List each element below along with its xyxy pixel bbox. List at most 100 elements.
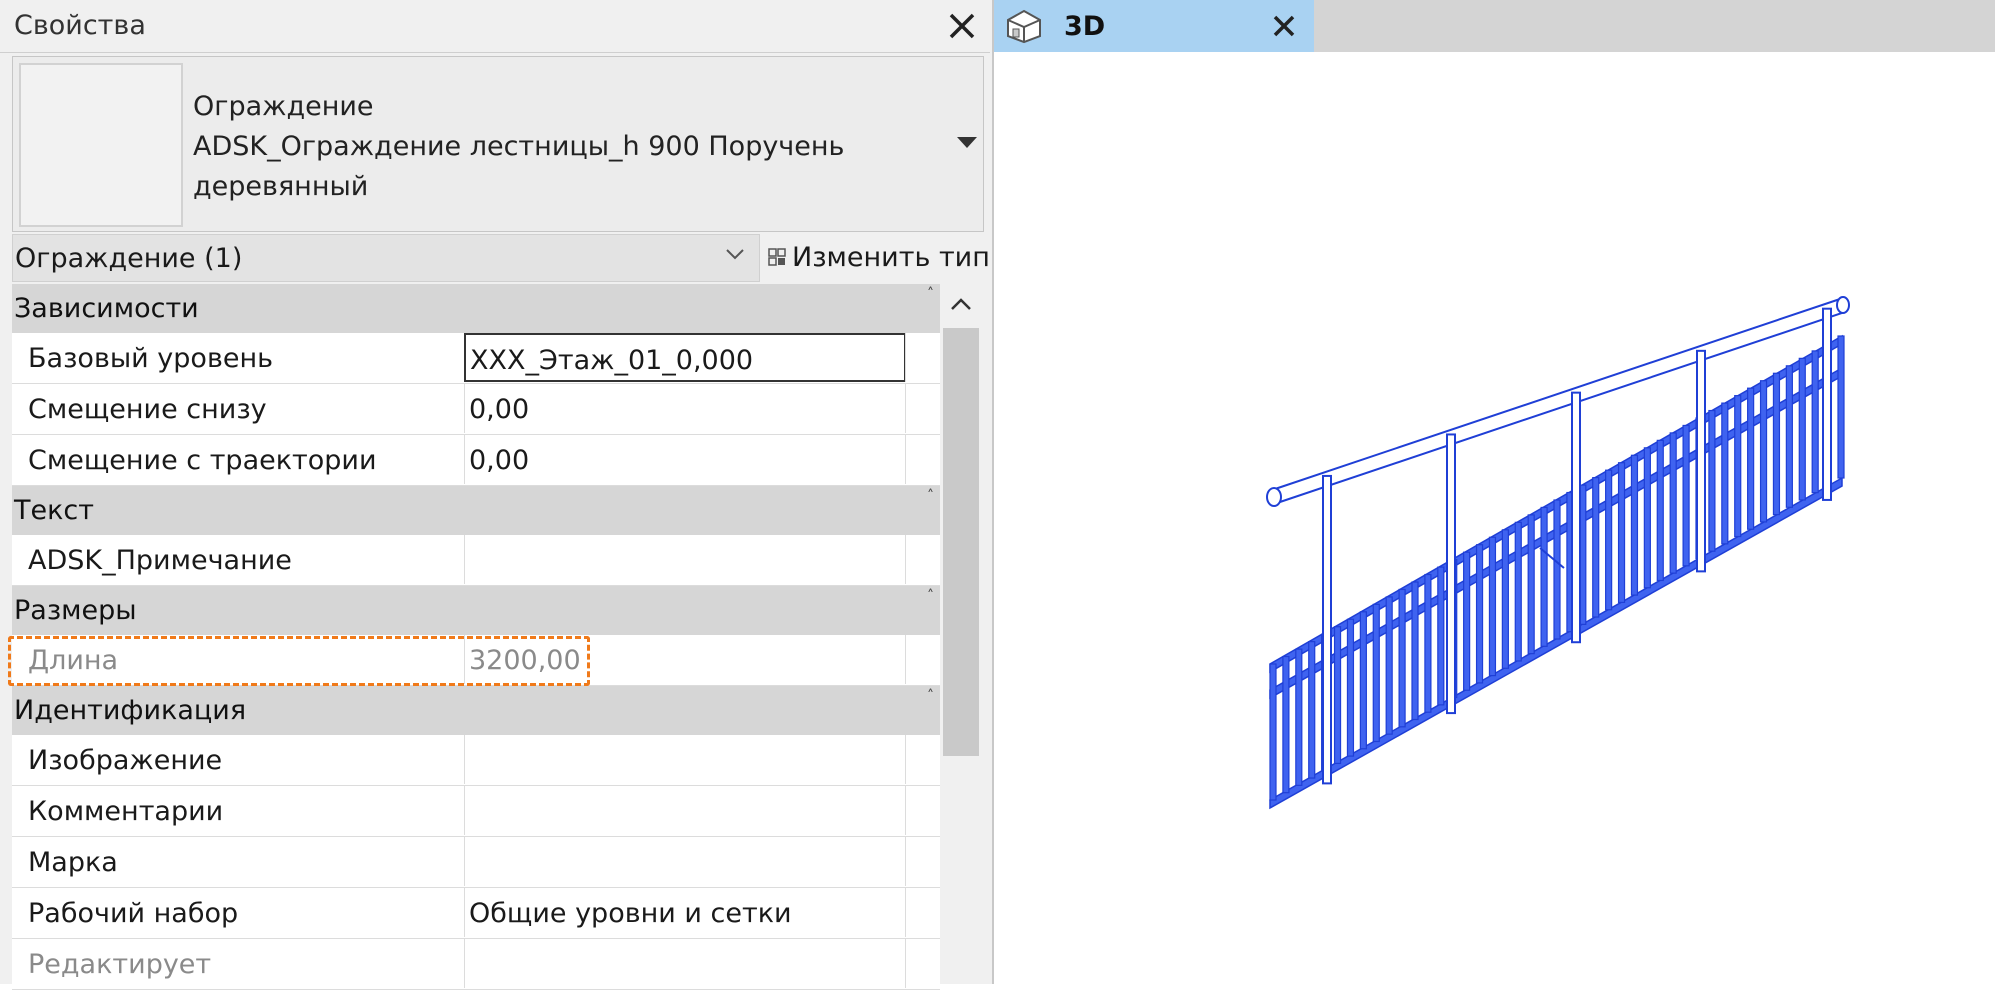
property-label: Базовый уровень: [28, 343, 274, 374]
scroll-up-icon[interactable]: [949, 296, 973, 312]
baluster: [1527, 514, 1535, 655]
baluster: [1359, 611, 1367, 750]
chevron-down-icon: [726, 249, 744, 260]
property-value: XXX_Этаж_01_0,000: [470, 345, 754, 376]
workset-field[interactable]: Общие уровни и сетки: [464, 888, 905, 937]
baluster: [1785, 365, 1793, 508]
base-level-field[interactable]: XXX_Этаж_01_0,000: [464, 333, 906, 382]
property-row[interactable]: Марка: [12, 837, 940, 888]
baluster: [1475, 544, 1484, 684]
property-label: Изображение: [28, 745, 223, 776]
property-value: Общие уровни и сетки: [469, 898, 792, 929]
view-tab-strip: 3D: [994, 0, 1995, 52]
handrail: [1270, 296, 1847, 506]
property-row[interactable]: Комментарии: [12, 786, 940, 837]
group-title: Размеры: [14, 595, 137, 626]
collapse-icon[interactable]: ˄: [927, 588, 934, 604]
property-value: 0,00: [469, 445, 530, 476]
property-label: Смещение снизу: [28, 394, 267, 425]
row-tail: [905, 786, 940, 835]
collapse-icon[interactable]: ˄: [927, 488, 934, 504]
row-tail: [905, 535, 940, 584]
type-name-line1: ADSK_Ограждение лестницы_h 900 Поручень: [193, 131, 845, 162]
image-field[interactable]: [464, 735, 905, 784]
baluster: [1540, 506, 1548, 647]
panel-title: Свойства: [14, 10, 146, 41]
edit-type-label: Изменить тип: [792, 242, 990, 273]
edit-type-button[interactable]: Изменить тип: [764, 236, 990, 280]
property-row[interactable]: Смещение снизу 0,00: [12, 384, 940, 435]
baluster: [1643, 447, 1651, 589]
baluster: [1721, 402, 1729, 545]
property-value: 3200,00: [469, 645, 581, 676]
row-tail: [905, 939, 940, 988]
type-name-line2: деревянный: [193, 171, 369, 202]
baluster: [1630, 454, 1639, 596]
baluster: [1398, 588, 1406, 728]
baluster: [1437, 566, 1445, 706]
property-row[interactable]: Смещение с траектории 0,00: [12, 435, 940, 486]
base-offset-field[interactable]: 0,00: [464, 384, 905, 433]
baluster: [1372, 603, 1380, 743]
baluster: [1553, 499, 1561, 640]
property-row[interactable]: Изображение: [12, 735, 940, 786]
baluster: [1463, 551, 1471, 691]
tab-label: 3D: [1064, 11, 1106, 42]
group-header-identity[interactable]: Идентификация ˄: [12, 686, 940, 735]
row-tail: [905, 333, 940, 382]
view-area[interactable]: 3D: [994, 0, 1995, 984]
group-header-dimensions[interactable]: Размеры ˄: [12, 586, 940, 635]
type-preview-thumbnail: [19, 63, 183, 227]
instance-filter-label: Ограждение (1): [15, 243, 243, 274]
baluster: [1333, 626, 1342, 765]
collapse-icon[interactable]: ˄: [927, 286, 934, 302]
property-value: 0,00: [469, 394, 530, 425]
comments-field[interactable]: [464, 786, 905, 835]
property-row[interactable]: ADSK_Примечание: [12, 535, 940, 586]
collapse-icon[interactable]: ˄: [927, 688, 934, 704]
path-offset-field[interactable]: 0,00: [464, 435, 905, 484]
baluster: [1488, 536, 1497, 677]
properties-panel: Свойства Ограждение ADSK_Ограждение лест…: [0, 0, 994, 990]
type-family-name: Ограждение: [193, 91, 374, 122]
vertical-scrollbar[interactable]: [940, 284, 982, 984]
baluster: [1514, 521, 1522, 662]
type-selector[interactable]: Ограждение ADSK_Ограждение лестницы_h 90…: [12, 56, 984, 232]
scrollbar-thumb[interactable]: [943, 328, 979, 756]
property-label: Смещение с траектории: [28, 445, 377, 476]
baluster: [1592, 477, 1600, 618]
baluster: [1734, 395, 1742, 538]
note-field[interactable]: [464, 535, 905, 584]
baluster: [1424, 573, 1432, 713]
handrail-end: [1266, 487, 1282, 507]
close-tab-icon[interactable]: [1270, 12, 1298, 40]
property-label: Комментарии: [28, 796, 224, 827]
baluster: [1269, 663, 1277, 801]
baluster: [1837, 335, 1845, 479]
row-tail: [905, 435, 940, 484]
tab-3d-view[interactable]: 3D: [994, 0, 1314, 52]
mark-field[interactable]: [464, 837, 905, 886]
property-label: Редактирует: [28, 949, 212, 980]
group-header-text[interactable]: Текст ˄: [12, 486, 940, 535]
row-tail: [905, 635, 940, 684]
group-title: Текст: [14, 495, 94, 526]
railing-3d-model[interactable]: [994, 52, 1995, 984]
property-row[interactable]: Рабочий набор Общие уровни и сетки: [12, 888, 940, 939]
post: [1822, 307, 1832, 501]
baluster: [1747, 387, 1755, 530]
group-title: Зависимости: [14, 293, 199, 324]
close-icon[interactable]: [944, 8, 980, 44]
group-header-constraints[interactable]: Зависимости ˄: [12, 284, 940, 333]
baluster: [1385, 596, 1393, 735]
instance-filter-dropdown[interactable]: Ограждение (1): [12, 234, 760, 282]
baluster: [1501, 529, 1509, 669]
row-tail: [905, 888, 940, 937]
property-row: Длина 3200,00: [8, 635, 940, 686]
baluster: [1811, 350, 1819, 494]
baluster: [1759, 380, 1768, 523]
dropdown-arrow-icon[interactable]: [957, 137, 977, 148]
baluster: [1798, 357, 1806, 501]
property-label: Длина: [28, 645, 119, 676]
property-row[interactable]: Базовый уровень XXX_Этаж_01_0,000: [12, 333, 940, 384]
